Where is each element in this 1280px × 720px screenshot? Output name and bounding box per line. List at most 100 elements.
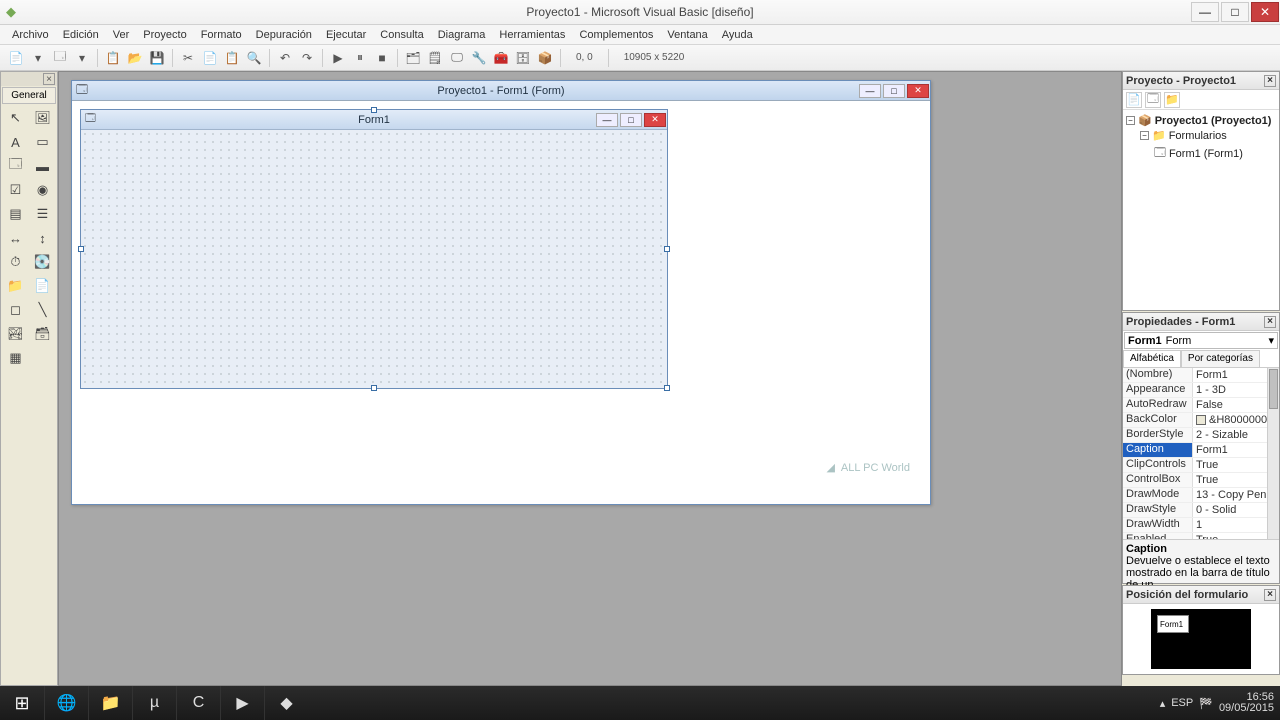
- dropdown-icon[interactable]: ▾: [28, 48, 48, 68]
- form-designer[interactable]: 🗔 Form1 — □ ✕: [80, 109, 668, 389]
- tab-alphabetic[interactable]: Alfabética: [1123, 350, 1181, 367]
- filelistbox-icon[interactable]: 📄: [30, 275, 55, 297]
- view-object-icon[interactable]: 🗔: [1145, 92, 1161, 108]
- menu-edicion[interactable]: Edición: [57, 27, 105, 43]
- redo-icon[interactable]: ↷: [297, 48, 317, 68]
- properties-grid[interactable]: (Nombre)Form1Appearance1 - 3DAutoRedrawF…: [1123, 368, 1279, 539]
- form-layout-icon[interactable]: 🖵: [447, 48, 467, 68]
- dropdown-icon[interactable]: ▾: [1268, 334, 1274, 347]
- property-row[interactable]: (Nombre)Form1: [1123, 368, 1279, 383]
- panel-close-icon[interactable]: ×: [1264, 316, 1276, 328]
- property-row[interactable]: AutoRedrawFalse: [1123, 398, 1279, 413]
- optionbutton-icon[interactable]: ◉: [30, 179, 55, 201]
- property-row[interactable]: DrawMode13 - Copy Pen: [1123, 488, 1279, 503]
- properties-icon[interactable]: 🗒: [425, 48, 445, 68]
- project-explorer-icon[interactable]: 🗂: [403, 48, 423, 68]
- resize-handle[interactable]: [371, 107, 377, 113]
- checkbox-icon[interactable]: ☑: [3, 179, 28, 201]
- tray-clock[interactable]: 16:56 09/05/2015: [1219, 692, 1274, 714]
- object-browser-icon[interactable]: 🔧: [469, 48, 489, 68]
- taskbar-chrome-icon[interactable]: 🌐: [44, 686, 88, 720]
- dropdown-icon[interactable]: ▾: [72, 48, 92, 68]
- image-icon[interactable]: 🏞: [3, 323, 28, 345]
- pointer-icon[interactable]: ↖: [3, 107, 28, 129]
- property-row[interactable]: BorderStyle2 - Sizable: [1123, 428, 1279, 443]
- menu-depuracion[interactable]: Depuración: [250, 27, 318, 43]
- tray-up-icon[interactable]: ▴: [1160, 697, 1166, 710]
- combobox-icon[interactable]: ▤: [3, 203, 28, 225]
- add-form-icon[interactable]: 🗔: [50, 48, 70, 68]
- menu-ejecutar[interactable]: Ejecutar: [320, 27, 372, 43]
- start-button[interactable]: ⊞: [0, 686, 44, 720]
- properties-object-combo[interactable]: Form1Form ▾: [1124, 332, 1278, 349]
- taskbar-utorrent-icon[interactable]: µ: [132, 686, 176, 720]
- property-row[interactable]: DrawStyle0 - Solid: [1123, 503, 1279, 518]
- menu-ventana[interactable]: Ventana: [661, 27, 713, 43]
- ole-icon[interactable]: ▦: [3, 347, 28, 369]
- panel-close-icon[interactable]: ×: [1264, 75, 1276, 87]
- tray-flag-icon[interactable]: 🏁: [1199, 697, 1213, 710]
- tab-categorized[interactable]: Por categorías: [1181, 350, 1260, 367]
- property-row[interactable]: DrawWidth1: [1123, 518, 1279, 533]
- shape-icon[interactable]: ◻: [3, 299, 28, 321]
- add-project-icon[interactable]: 📄: [6, 48, 26, 68]
- menu-consulta[interactable]: Consulta: [374, 27, 429, 43]
- timer-icon[interactable]: ⏱: [3, 251, 28, 273]
- component-icon[interactable]: 📦: [535, 48, 555, 68]
- undo-icon[interactable]: ↶: [275, 48, 295, 68]
- paste-icon[interactable]: 📋: [222, 48, 242, 68]
- taskbar-app-icon[interactable]: C: [176, 686, 220, 720]
- scrollbar-thumb[interactable]: [1269, 369, 1278, 409]
- form-body[interactable]: [81, 130, 667, 388]
- resize-handle[interactable]: [371, 385, 377, 391]
- menu-formato[interactable]: Formato: [195, 27, 248, 43]
- find-icon[interactable]: 🔍: [244, 48, 264, 68]
- listbox-icon[interactable]: ☰: [30, 203, 55, 225]
- vscrollbar-icon[interactable]: ↕: [30, 227, 55, 249]
- menu-archivo[interactable]: Archivo: [6, 27, 55, 43]
- property-row[interactable]: ClipControlsTrue: [1123, 458, 1279, 473]
- line-icon[interactable]: ╲: [30, 299, 55, 321]
- toolbox-close-icon[interactable]: ×: [43, 73, 55, 85]
- close-button[interactable]: ✕: [1251, 2, 1279, 22]
- designer-maximize-button[interactable]: □: [883, 84, 905, 98]
- taskbar-explorer-icon[interactable]: 📁: [88, 686, 132, 720]
- menu-ver[interactable]: Ver: [107, 27, 136, 43]
- designer-window[interactable]: 🗔 Proyecto1 - Form1 (Form) — □ ✕ 🗔 Form1…: [71, 80, 931, 505]
- panel-close-icon[interactable]: ×: [1264, 589, 1276, 601]
- menu-proyecto[interactable]: Proyecto: [137, 27, 192, 43]
- toolbox-tab-general[interactable]: General: [2, 87, 56, 104]
- run-icon[interactable]: ▶: [328, 48, 348, 68]
- frame-icon[interactable]: 🗔: [3, 155, 28, 177]
- cut-icon[interactable]: ✂: [178, 48, 198, 68]
- menu-editor-icon[interactable]: 📋: [103, 48, 123, 68]
- view-code-icon[interactable]: 📄: [1126, 92, 1142, 108]
- expand-icon[interactable]: −: [1140, 131, 1149, 140]
- menu-ayuda[interactable]: Ayuda: [716, 27, 759, 43]
- project-tree[interactable]: −📦Proyecto1 (Proyecto1) −📁Formularios 🗔F…: [1123, 110, 1279, 167]
- taskbar-media-icon[interactable]: ▶: [220, 686, 264, 720]
- designer-close-button[interactable]: ✕: [907, 84, 929, 98]
- textbox-icon[interactable]: ▭: [30, 131, 55, 153]
- data-icon[interactable]: 🗃: [30, 323, 55, 345]
- property-row[interactable]: CaptionForm1: [1123, 443, 1279, 458]
- property-row[interactable]: Appearance1 - 3D: [1123, 383, 1279, 398]
- commandbutton-icon[interactable]: ▬: [30, 155, 55, 177]
- minimize-button[interactable]: —: [1191, 2, 1219, 22]
- stop-icon[interactable]: ■: [372, 48, 392, 68]
- layout-form-mini[interactable]: Form1: [1157, 615, 1189, 633]
- picturebox-icon[interactable]: 🖼: [30, 107, 55, 129]
- property-row[interactable]: EnabledTrue: [1123, 533, 1279, 539]
- open-icon[interactable]: 📂: [125, 48, 145, 68]
- maximize-button[interactable]: □: [1221, 2, 1249, 22]
- resize-handle[interactable]: [664, 385, 670, 391]
- dirlistbox-icon[interactable]: 📁: [3, 275, 28, 297]
- property-row[interactable]: BackColor&H8000000F: [1123, 413, 1279, 428]
- pause-icon[interactable]: ⏸: [350, 48, 370, 68]
- toggle-folders-icon[interactable]: 📁: [1164, 92, 1180, 108]
- hscrollbar-icon[interactable]: ↔: [3, 227, 28, 249]
- resize-handle[interactable]: [78, 246, 84, 252]
- toolbox-icon[interactable]: 🧰: [491, 48, 511, 68]
- layout-screen[interactable]: Form1: [1151, 609, 1251, 669]
- label-icon[interactable]: A: [3, 131, 28, 153]
